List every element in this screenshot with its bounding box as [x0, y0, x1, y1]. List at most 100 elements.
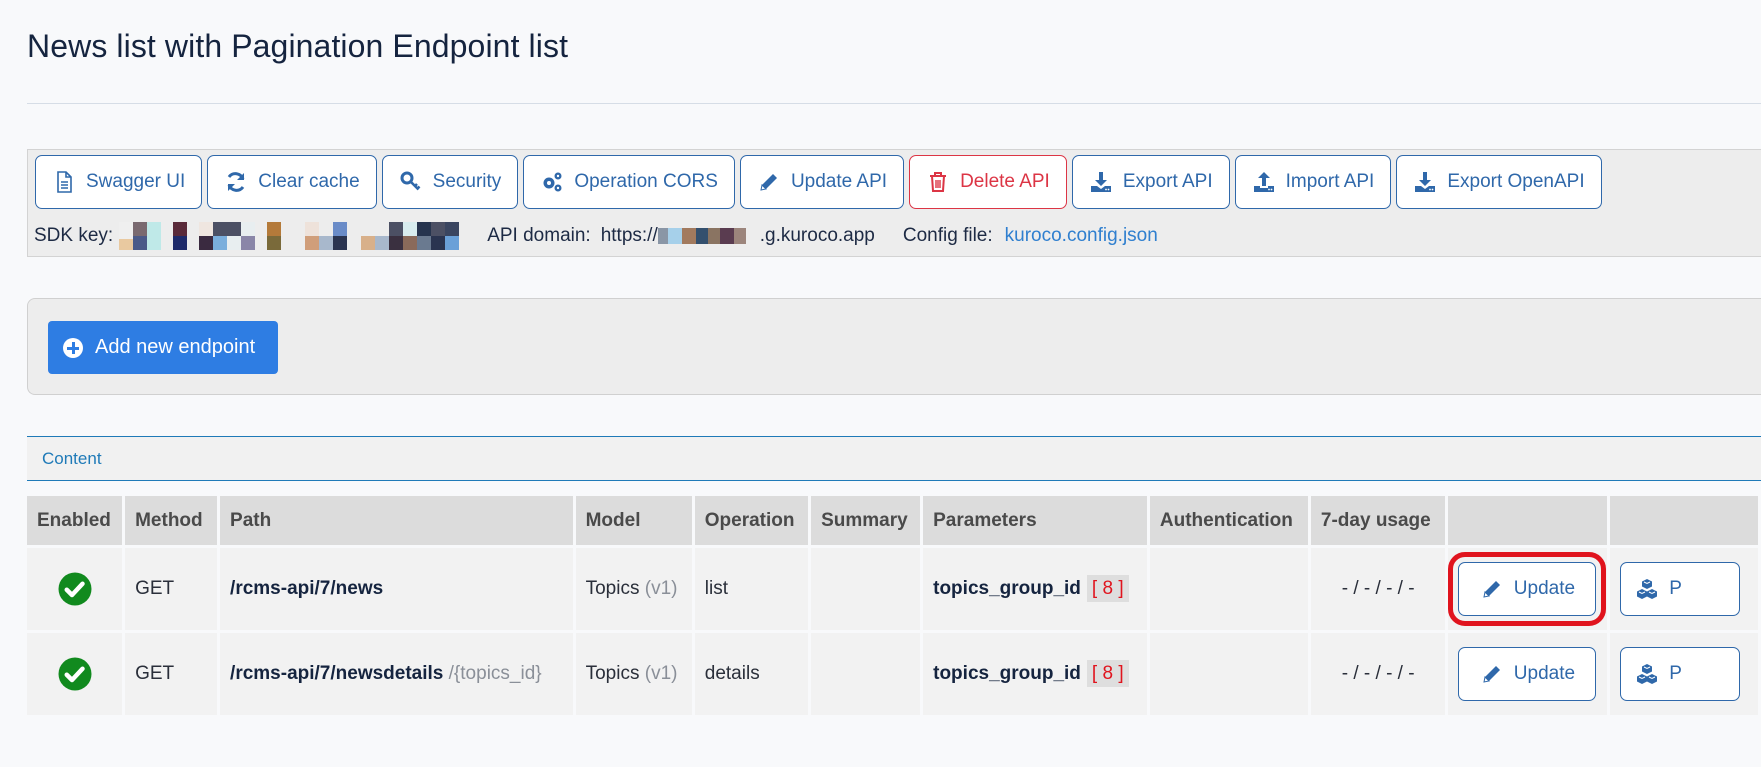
second-action-cell: P — [1610, 548, 1758, 633]
plus-circle-icon — [63, 337, 83, 358]
col-authentication: Authentication — [1149, 496, 1308, 548]
col-usage: 7-day usage — [1310, 496, 1446, 548]
model-version: (v1) — [644, 663, 678, 684]
model-name: Topics — [585, 578, 640, 599]
model-cell: Topics (v1) — [575, 548, 692, 633]
method-cell: GET — [125, 548, 218, 633]
api-info-row: SDK key: API domain: https:// .g.kuroco.… — [34, 222, 1158, 250]
delete-api-button[interactable]: Delete API — [909, 155, 1067, 209]
table-row: GET /rcms-api/7/newsdetails /{topics_id}… — [27, 633, 1758, 718]
update-cell: Update — [1448, 633, 1608, 718]
endpoint-second-action-button[interactable]: P — [1620, 562, 1741, 616]
col-operation: Operation — [694, 496, 809, 548]
add-new-endpoint-button[interactable]: Add new endpoint — [48, 321, 278, 374]
second-action-cell: P — [1610, 633, 1758, 718]
swagger-ui-label: Swagger UI — [86, 171, 186, 192]
cubes-icon — [1637, 579, 1658, 599]
swagger-ui-button[interactable]: Swagger UI — [35, 155, 203, 209]
model-cell: Topics (v1) — [575, 633, 692, 718]
enabled-cell — [27, 633, 123, 718]
key-icon — [400, 171, 421, 191]
add-endpoint-panel: Add new endpoint — [27, 298, 1761, 395]
endpoint-second-action-button[interactable]: P — [1620, 647, 1741, 701]
check-circle-icon — [58, 657, 92, 691]
authentication-cell — [1149, 548, 1308, 633]
trash-icon — [930, 172, 947, 192]
pencil-icon — [1483, 666, 1500, 683]
method-cell: GET — [125, 633, 218, 718]
config-file-label: Config file: — [902, 225, 993, 246]
clear-cache-label: Clear cache — [258, 171, 360, 192]
param-name: topics_group_id — [933, 663, 1081, 684]
param-name: topics_group_id — [933, 578, 1081, 599]
col-model: Model — [575, 496, 692, 548]
title-divider — [27, 103, 1761, 104]
param-value-badge: [ 8 ] — [1086, 575, 1129, 602]
export-openapi-button[interactable]: Export OpenAPI — [1396, 155, 1602, 209]
col-enabled: Enabled — [27, 496, 123, 548]
update-label: Update — [1513, 578, 1576, 599]
sdk-key-label: SDK key: — [34, 225, 114, 246]
update-endpoint-button[interactable]: Update — [1458, 647, 1597, 701]
check-circle-icon — [58, 572, 92, 606]
section-header-content: Content — [27, 436, 1761, 481]
path-text: /rcms-api/7/news — [230, 578, 384, 599]
table-row: GET /rcms-api/7/news Topics (v1) list to… — [27, 548, 1758, 633]
export-api-label: Export API — [1122, 171, 1213, 192]
second-action-label: P — [1669, 663, 1682, 684]
section-title: Content — [42, 449, 102, 468]
col-method: Method — [125, 496, 218, 548]
api-domain-prefix: https:// — [600, 225, 658, 246]
refresh-icon — [227, 172, 245, 192]
summary-cell — [811, 548, 921, 633]
usage-cell: - / - / - / - — [1310, 548, 1446, 633]
import-api-button[interactable]: Import API — [1234, 155, 1392, 209]
update-endpoint-button[interactable]: Update — [1448, 552, 1607, 626]
api-domain-redacted — [657, 222, 746, 250]
update-api-button[interactable]: Update API — [739, 155, 905, 209]
col-parameters: Parameters — [923, 496, 1147, 548]
api-toolbar: Swagger UI Clear cache Security Operatio… — [35, 155, 1602, 209]
file-document-icon — [57, 171, 72, 193]
endpoint-table: Enabled Method Path Model Operation Summ… — [24, 496, 1761, 718]
col-update-action — [1448, 496, 1608, 548]
delete-api-label: Delete API — [960, 171, 1050, 192]
table-header-row: Enabled Method Path Model Operation Summ… — [27, 496, 1758, 548]
config-file-link[interactable]: kuroco.config.json — [1005, 225, 1158, 247]
add-new-endpoint-label: Add new endpoint — [95, 336, 256, 358]
authentication-cell — [1149, 633, 1308, 718]
api-domain-suffix: .g.kuroco.app — [759, 225, 875, 246]
second-action-label: P — [1669, 578, 1682, 599]
pencil-icon — [760, 174, 777, 191]
clear-cache-button[interactable]: Clear cache — [207, 155, 377, 209]
import-api-label: Import API — [1285, 171, 1375, 192]
upload-icon — [1253, 172, 1274, 192]
enabled-cell — [27, 548, 123, 633]
col-second-action — [1610, 496, 1758, 548]
download-icon — [1090, 172, 1111, 192]
update-api-label: Update API — [790, 171, 888, 192]
param-value-badge: [ 8 ] — [1086, 660, 1129, 687]
export-api-button[interactable]: Export API — [1071, 155, 1230, 209]
export-openapi-label: Export OpenAPI — [1447, 171, 1585, 192]
pencil-icon — [1483, 581, 1500, 598]
usage-cell: - / - / - / - — [1310, 633, 1446, 718]
col-summary: Summary — [811, 496, 921, 548]
path-cell: /rcms-api/7/news — [220, 548, 573, 633]
gears-icon — [543, 172, 562, 192]
operation-cors-label: Operation CORS — [574, 171, 718, 192]
security-button[interactable]: Security — [381, 155, 519, 209]
update-label: Update — [1513, 663, 1576, 684]
operation-cell: details — [694, 633, 809, 718]
operation-cell: list — [694, 548, 809, 633]
col-path: Path — [220, 496, 573, 548]
parameters-cell: topics_group_id[ 8 ] — [923, 633, 1147, 718]
operation-cors-button[interactable]: Operation CORS — [523, 155, 735, 209]
page-title: News list with Pagination Endpoint list — [27, 28, 569, 64]
api-toolbar-panel: Swagger UI Clear cache Security Operatio… — [27, 149, 1761, 257]
security-label: Security — [432, 171, 502, 192]
model-name: Topics — [585, 663, 640, 684]
model-version: (v1) — [644, 578, 678, 599]
path-text: /rcms-api/7/newsdetails — [230, 663, 444, 684]
api-domain-label: API domain: — [487, 225, 591, 246]
